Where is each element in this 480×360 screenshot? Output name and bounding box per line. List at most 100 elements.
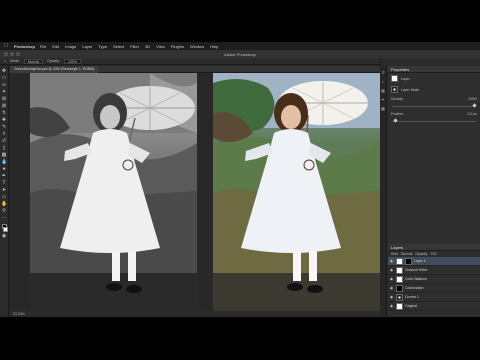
layer-thumbnail [396,257,403,265]
visibility-eye-icon[interactable]: ◉ [390,277,394,281]
crop-tool-icon[interactable]: ⊞ [1,96,7,102]
visibility-eye-icon[interactable]: ◉ [390,304,394,308]
clone-stamp-tool-icon[interactable]: ♗ [1,131,7,137]
marquee-tool-icon[interactable]: □ [1,75,7,81]
menu-3d[interactable]: 3D [145,44,150,49]
apple-icon[interactable]:  [4,43,8,49]
eyedropper-tool-icon[interactable]: ↯ [1,110,7,116]
feather-slider[interactable] [392,118,476,123]
layer-row[interactable]: ◉ Channel Mixer [388,266,480,275]
blur-tool-icon[interactable]: 💧 [1,159,7,165]
properties-mask-row[interactable]: Layer Mask [388,84,480,95]
opacity-field[interactable]: 100% [63,58,81,64]
zoom-window-button[interactable] [16,52,20,56]
menu-type[interactable]: Type [98,44,107,49]
visibility-eye-icon[interactable]: ◉ [390,286,394,290]
adjustments-panel-icon[interactable]: ◐ [382,79,384,84]
layer-name: Curves 1 [405,295,420,299]
more-tools-icon[interactable]: ⋯ [1,215,7,221]
title-bar: Adobe Photoshop [0,50,480,58]
layer-fill-label[interactable]: Fill: [431,252,436,256]
visibility-eye-icon[interactable]: ◉ [390,268,394,272]
paths-panel-icon[interactable]: ✒ [381,97,384,102]
path-selection-tool-icon[interactable]: ➤ [1,187,7,193]
menu-plugins[interactable]: Plugins [171,44,184,49]
properties-layer-row[interactable]: Layer [388,73,480,84]
layer-row[interactable]: ◉ Curves 1 [388,293,480,302]
quick-select-tool-icon[interactable]: ✦ [1,89,7,95]
properties-panel-title[interactable]: Properties [388,66,480,73]
menu-image[interactable]: Image [65,44,76,49]
swatches-panel-icon[interactable]: ▩ [381,106,385,111]
pen-tool-icon[interactable]: ✒ [1,173,7,179]
dodge-tool-icon[interactable]: ● [1,166,7,172]
layer-row[interactable]: ◉ Layer 1 [388,257,480,266]
menu-view[interactable]: View [156,44,165,49]
zoom-tool-icon[interactable]: ⚲ [1,208,7,214]
feather-row: Feather: 0.0 px [388,110,480,118]
blend-mode-dropdown[interactable]: Normal [401,252,412,256]
layer-name: Colorization [405,286,424,290]
canvas-area[interactable] [10,73,380,311]
layer-row[interactable]: ◉ Colorization [388,284,480,293]
layers-panel-title[interactable]: Layers [388,244,480,251]
menu-edit[interactable]: Edit [52,44,59,49]
frame-tool-icon[interactable]: ⊠ [1,103,7,109]
brush-tool-icon[interactable]: ✎ [1,124,7,130]
menu-file[interactable]: File [40,44,46,49]
properties-layer-label: Layer [401,76,410,81]
density-slider-knob[interactable] [472,103,477,108]
close-window-button[interactable] [4,52,8,56]
menu-bar:  Photoshop File Edit Image Layer Type S… [0,42,480,50]
density-label: Density: [391,97,404,101]
healing-brush-tool-icon[interactable]: ✚ [1,117,7,123]
layer-row[interactable]: ◉ Color Balance [388,275,480,284]
visibility-eye-icon[interactable]: ◉ [390,259,394,263]
history-brush-tool-icon[interactable]: ↺ [1,138,7,144]
minimize-window-button[interactable] [10,52,14,56]
layer-thumbnail [391,75,398,82]
feather-value[interactable]: 0.0 px [467,112,477,116]
hand-tool-icon[interactable]: ✋ [1,201,7,207]
eraser-tool-icon[interactable]: ▯ [1,145,7,151]
colorized-photo-illustration [213,73,380,311]
home-icon[interactable]: ⌂ [4,59,6,63]
layer-opacity-label[interactable]: Opacity: [415,252,428,256]
background-color-swatch[interactable] [3,227,8,232]
video-letterbox-bottom [0,317,480,360]
density-row: Density: 100% [388,95,480,103]
document-tab[interactable]: GreenHolidayHat.psd @ 33% (Rectangle 1, … [10,65,99,73]
menu-window[interactable]: Window [190,44,204,49]
layer-name: Color Balance [405,277,427,281]
window-controls [4,52,20,56]
zoom-level[interactable]: 33.33% [13,312,25,316]
feather-slider-knob[interactable] [393,118,398,123]
menu-layer[interactable]: Layer [82,44,92,49]
type-tool-icon[interactable]: T [1,180,7,186]
layer-thumbnail [396,284,403,292]
app-name[interactable]: Photoshop [14,44,35,49]
feather-label: Feather: [391,112,405,116]
photoshop-window:  Photoshop File Edit Image Layer Type S… [0,42,480,317]
layer-row[interactable]: ◉ Original [388,302,480,311]
collapsed-panels-strip: ↺ ◐ ▦ ✒ ▩ [380,66,387,317]
mode-dropdown[interactable]: Normal [23,58,44,64]
visibility-eye-icon[interactable]: ◉ [390,295,394,299]
menu-help[interactable]: Help [210,44,218,49]
channels-panel-icon[interactable]: ▦ [381,88,385,93]
layer-filter-kind[interactable]: Kind [391,252,398,256]
menu-filter[interactable]: Filter [130,44,139,49]
shape-tool-icon[interactable]: ▭ [1,194,7,200]
lasso-tool-icon[interactable]: ∞ [1,82,7,88]
gradient-tool-icon[interactable]: ▩ [1,152,7,158]
layer-name: Layer 1 [414,259,426,263]
quick-mask-icon[interactable]: ◉ [1,233,7,239]
density-slider[interactable] [392,103,477,108]
properties-mask-label: Layer Mask [401,87,420,92]
history-panel-icon[interactable]: ↺ [381,70,384,75]
layer-name: Original [405,304,418,308]
density-value[interactable]: 100% [468,97,477,101]
menu-select[interactable]: Select [113,44,124,49]
move-tool-icon[interactable]: ✥ [1,68,7,74]
opacity-label: Opacity: [47,59,60,63]
